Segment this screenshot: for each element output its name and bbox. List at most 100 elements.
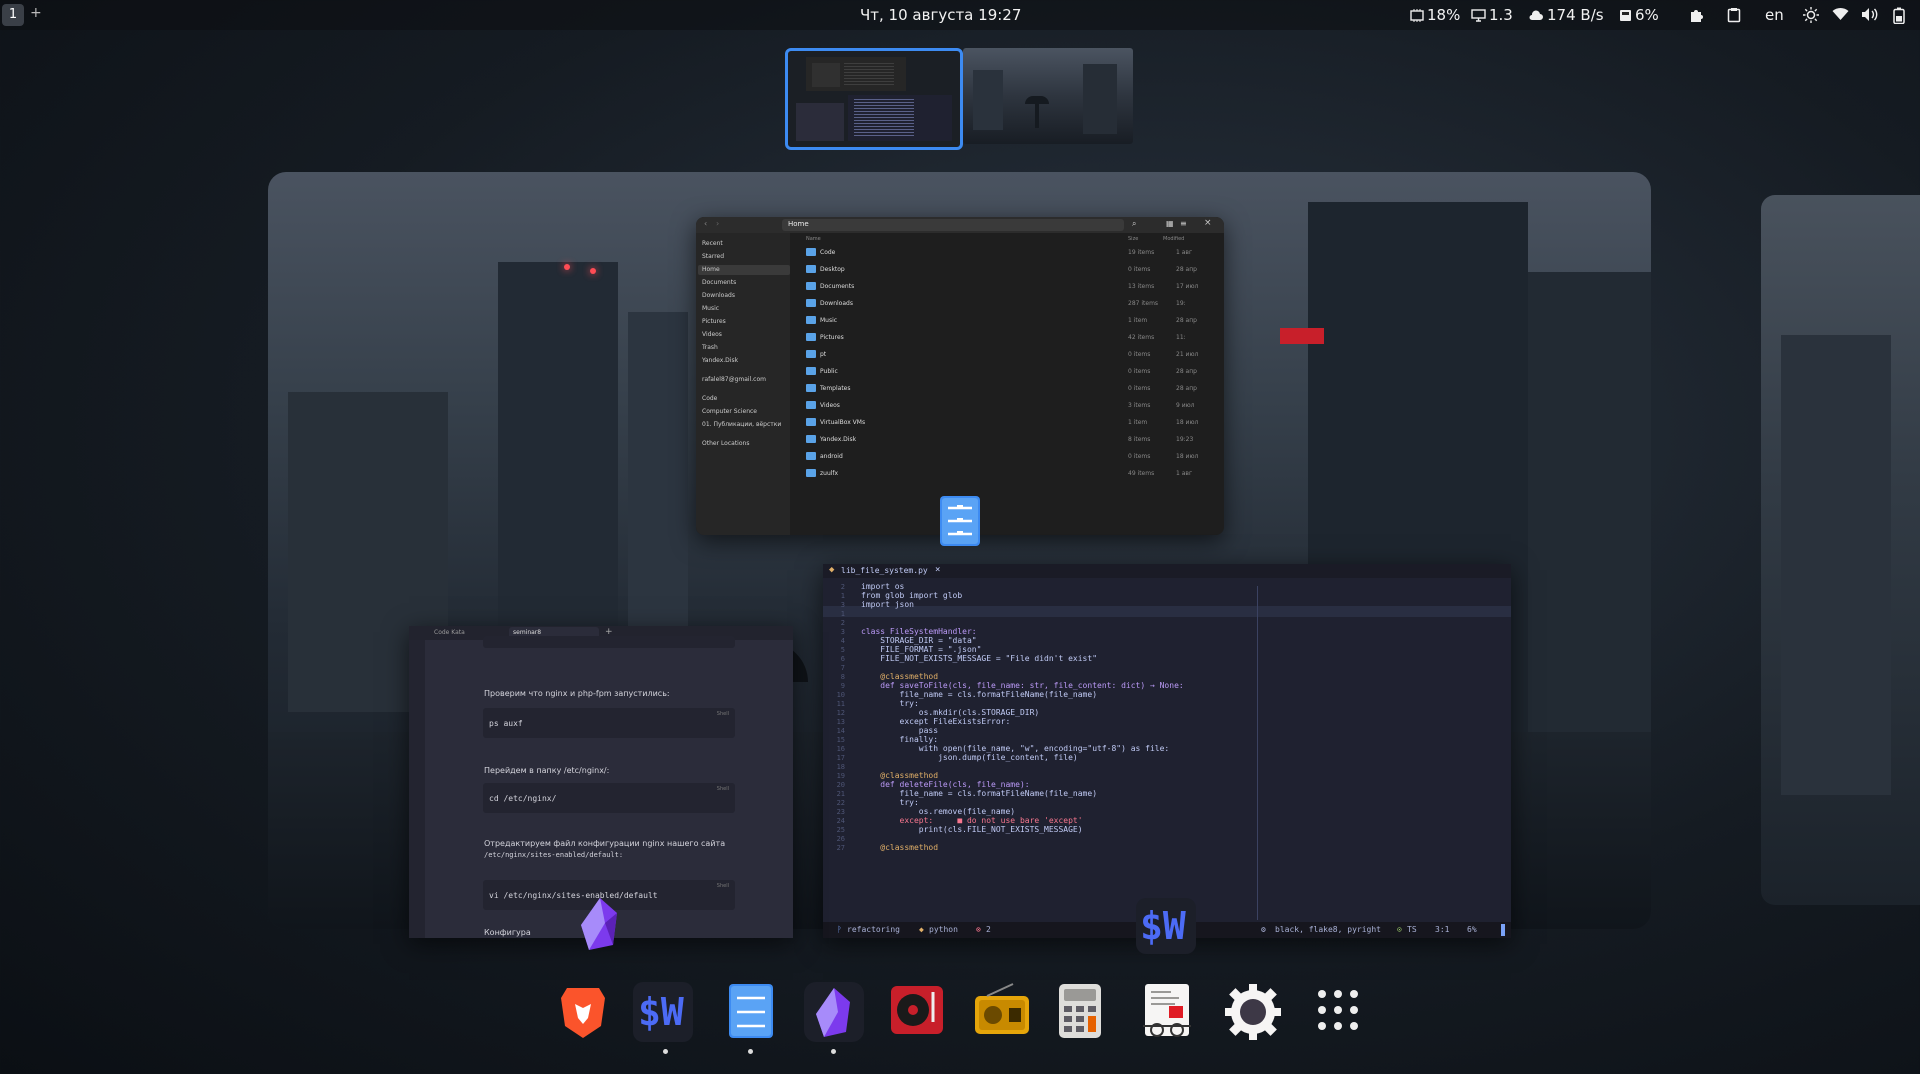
code-line[interactable]: def saveToFile(cls, file_name: str, file… [861, 681, 1183, 690]
clock[interactable]: Чт, 10 августа 19:27 [860, 6, 1021, 24]
code-line[interactable]: class FileSystemHandler: [861, 627, 977, 636]
code-line[interactable]: @classmethod [861, 771, 938, 780]
code-line[interactable]: import os [861, 582, 904, 591]
back-icon[interactable]: ‹ [704, 219, 707, 228]
view-grid-icon[interactable]: ▦ [1166, 219, 1174, 228]
code-block[interactable]: Shell ps auxf [483, 708, 735, 738]
workspace-thumbnail-2[interactable] [963, 48, 1133, 144]
dock-show-apps[interactable] [1310, 982, 1370, 1042]
code-line[interactable]: except: ■ do not use bare 'except' [861, 816, 1083, 825]
dock-files[interactable] [727, 982, 787, 1042]
disk-indicator[interactable]: 6% [1619, 6, 1659, 24]
code-line[interactable]: os.mkdir(cls.STORAGE_DIR) [861, 708, 1039, 717]
workspace-thumbnail-1[interactable] [785, 48, 963, 150]
file-row[interactable]: pt 0 items 21 июл [806, 347, 1216, 363]
sidebar-item-other-locations[interactable]: Other Locations [702, 439, 749, 449]
file-row[interactable]: Videos 3 items 9 июл [806, 398, 1216, 414]
wifi-icon[interactable] [1832, 7, 1849, 21]
extension-icon[interactable] [1688, 7, 1704, 23]
dock-radio[interactable] [973, 982, 1033, 1042]
file-row[interactable]: Code 19 items 1 авг [806, 245, 1216, 261]
code-line[interactable]: FILE_NOT_EXISTS_MESSAGE = "File didn't e… [861, 654, 1097, 663]
file-row[interactable]: Templates 0 items 28 апр [806, 381, 1216, 397]
sidebar-item-documents[interactable]: Documents [702, 278, 736, 288]
keyboard-layout[interactable]: en [1765, 6, 1784, 24]
dock-music-player[interactable] [889, 982, 949, 1042]
sidebar-item-recent[interactable]: Recent [702, 239, 723, 249]
code-line[interactable]: file_name = cls.formatFileName(file_name… [861, 789, 1097, 798]
code-line[interactable]: try: [861, 798, 919, 807]
workspace-indicator[interactable]: 1 [2, 4, 24, 26]
file-row[interactable]: Documents 13 items 17 июл [806, 279, 1216, 295]
sidebar-item-account[interactable]: rafalel87@gmail.com [702, 375, 766, 385]
vault-tab[interactable]: Code Kata [434, 629, 465, 636]
files-window[interactable]: ‹ › Home ⌕ ▦ ≡ × Recent Starred Home Doc… [696, 217, 1224, 535]
file-row[interactable]: VirtualBox VMs 1 item 18 июл [806, 415, 1216, 431]
file-row[interactable]: Pictures 42 items 11: [806, 330, 1216, 346]
code-line[interactable]: @classmethod [861, 672, 938, 681]
column-modified[interactable]: Modified [1163, 236, 1184, 242]
close-tab-icon[interactable]: × [935, 565, 940, 575]
code-line[interactable]: def deleteFile(cls, file_name): [861, 780, 1029, 789]
dock-document-viewer[interactable] [1141, 982, 1201, 1042]
file-row[interactable]: Yandex.Disk 8 items 19:23 [806, 432, 1216, 448]
sidebar-item-starred[interactable]: Starred [702, 252, 724, 262]
forward-icon[interactable]: › [716, 219, 719, 228]
load-indicator[interactable]: 1.3 [1471, 6, 1513, 24]
code-line[interactable]: STORAGE_DIR = "data" [861, 636, 976, 645]
volume-icon[interactable] [1861, 7, 1878, 22]
close-icon[interactable]: × [1204, 218, 1212, 228]
column-size[interactable]: Size [1128, 236, 1138, 242]
sidebar-item-downloads[interactable]: Downloads [702, 291, 735, 301]
code-line[interactable]: @classmethod [861, 843, 938, 852]
file-row[interactable]: Desktop 0 items 28 апр [806, 262, 1216, 278]
sidebar-item-publications[interactable]: 01. Публикации, вёрстки [702, 420, 781, 430]
sidebar-item-music[interactable]: Music [702, 304, 719, 314]
dock-warp[interactable]: $W [633, 982, 693, 1042]
dock-brave[interactable] [553, 982, 613, 1042]
code-line[interactable]: import json [861, 600, 914, 609]
cpu-indicator[interactable]: 18% [1410, 6, 1460, 24]
code-line[interactable]: try: [861, 699, 919, 708]
dock-obsidian[interactable] [804, 982, 864, 1042]
sidebar-item-computer-science[interactable]: Computer Science [702, 407, 757, 417]
search-icon[interactable]: ⌕ [1132, 219, 1136, 229]
code-line[interactable]: except FileExistsError: [861, 717, 1011, 726]
file-row[interactable]: Downloads 287 items 19: [806, 296, 1216, 312]
sidebar-item-trash[interactable]: Trash [702, 343, 718, 353]
obsidian-window[interactable]: Code Kata seminar8 + Проверим что nginx … [409, 626, 793, 938]
next-workspace-preview[interactable] [1761, 195, 1920, 905]
code-line[interactable]: file_name = cls.formatFileName(file_name… [861, 690, 1097, 699]
file-row[interactable]: Public 0 items 28 апр [806, 364, 1216, 380]
editor-tab-label[interactable]: lib_file_system.py [841, 566, 928, 575]
code-block[interactable]: Shell cd /etc/nginx/ [483, 783, 735, 813]
file-row[interactable]: android 0 items 18 июл [806, 449, 1216, 465]
sidebar-item-code[interactable]: Code [702, 394, 717, 404]
sidebar-item-home[interactable]: Home [698, 265, 790, 275]
sidebar-item-videos[interactable]: Videos [702, 330, 722, 340]
file-row[interactable]: zuulfx 49 items 1 авг [806, 466, 1216, 482]
code-line[interactable]: print(cls.FILE_NOT_EXISTS_MESSAGE) [861, 825, 1083, 834]
folder-icon [806, 299, 816, 307]
path-bar[interactable]: Home [782, 219, 1124, 231]
sidebar-item-pictures[interactable]: Pictures [702, 317, 726, 327]
menu-icon[interactable]: ≡ [1180, 219, 1187, 228]
code-line[interactable]: json.dump(file_content, file) [861, 753, 1078, 762]
code-line[interactable]: pass [861, 726, 938, 735]
sidebar-item-yandex-disk[interactable]: Yandex.Disk [702, 356, 738, 366]
dock-calculator[interactable] [1057, 982, 1117, 1042]
dock-settings[interactable] [1223, 982, 1283, 1042]
clipboard-icon[interactable] [1727, 7, 1741, 23]
battery-icon[interactable] [1893, 7, 1905, 24]
network-speed-indicator[interactable]: 174 B/s [1528, 6, 1604, 24]
add-workspace-button[interactable]: + [30, 5, 42, 21]
file-row[interactable]: Music 1 item 28 апр [806, 313, 1216, 329]
code-line[interactable]: os.remove(file_name) [861, 807, 1015, 816]
code-line[interactable]: finally: [861, 735, 939, 744]
code-line[interactable]: FILE_FORMAT = ".json" [861, 645, 981, 654]
editor-window[interactable]: ◆ lib_file_system.py × 2 import os 1 from g… [823, 564, 1511, 938]
code-line[interactable]: from glob import glob [861, 591, 962, 600]
brightness-icon[interactable] [1803, 7, 1819, 23]
code-line[interactable]: with open(file_name, "w", encoding="utf-… [861, 744, 1169, 753]
column-name[interactable]: Name [806, 236, 821, 242]
